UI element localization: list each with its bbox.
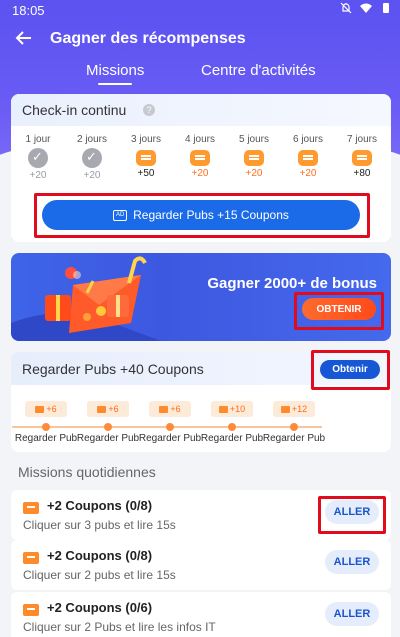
reward-step: +6 Regarder Pub — [138, 401, 202, 444]
mission-item: +2 Coupons (0/6) Cliquer sur 2 Pubs et l… — [11, 592, 391, 637]
checkin-title: Check-in continu — [22, 102, 127, 118]
day-amount: +50 — [137, 168, 155, 179]
step-dot — [42, 423, 50, 431]
check-icon — [28, 148, 48, 168]
day-amount: +20 — [83, 170, 101, 181]
back-arrow-icon[interactable] — [14, 28, 34, 48]
reward-step: +12 Regarder Pub — [262, 401, 326, 444]
day-amount: +20 — [245, 168, 263, 179]
checkin-day: 5 jours +20 — [227, 134, 281, 179]
step-dot — [290, 423, 298, 431]
step-label: Regarder Pub — [14, 433, 78, 444]
reward-chip: +6 — [87, 401, 129, 417]
step-dot — [228, 423, 236, 431]
day-label: 4 jours — [184, 134, 215, 145]
step-label: Regarder Pub — [138, 433, 202, 444]
page-title: Gagner des récompenses — [50, 30, 246, 47]
mission-title: +2 Coupons (0/8) — [47, 548, 153, 563]
status-time: 18:05 — [12, 3, 45, 18]
check-icon — [82, 148, 102, 168]
highlight-frame — [311, 350, 390, 390]
coupon-icon — [244, 150, 264, 166]
checkin-day: 6 jours +20 — [281, 134, 335, 179]
day-label: 3 jours — [130, 134, 161, 145]
reward-chip: +12 — [273, 401, 315, 417]
day-label: 5 jours — [238, 134, 269, 145]
mission-title: +2 Coupons (0/8) — [47, 498, 153, 513]
mute-icon — [340, 2, 352, 14]
reward-step: +6 Regarder Pub — [76, 401, 140, 444]
coupon-icon — [35, 405, 45, 413]
checkin-day: 7 jours +80 — [335, 134, 389, 179]
coupon-icon — [159, 405, 169, 413]
reward-value: +10 — [229, 404, 246, 414]
highlight-frame — [34, 193, 370, 238]
day-label: 1 jour — [25, 134, 51, 145]
day-amount: +80 — [353, 168, 371, 179]
day-amount: +20 — [299, 168, 317, 179]
reward-chip: +6 — [25, 401, 67, 417]
watch-ads-40-title: Regarder Pubs +40 Coupons — [22, 361, 204, 377]
aller-button[interactable]: ALLER — [325, 550, 379, 574]
coupon-icon — [23, 552, 39, 564]
reward-value: +6 — [108, 404, 119, 414]
aller-button[interactable]: ALLER — [325, 602, 379, 626]
step-label: Regarder Pub — [262, 433, 326, 444]
highlight-frame — [318, 496, 386, 534]
coupon-icon — [352, 150, 372, 166]
tab-missions[interactable]: Missions — [86, 62, 144, 85]
coupon-icon — [218, 405, 228, 413]
help-icon[interactable]: ? — [143, 104, 155, 116]
mission-title: +2 Coupons (0/6) — [47, 600, 153, 615]
banner-headline: Gagner 2000+ de bonus — [207, 275, 377, 292]
mission-subtitle: Cliquer sur 2 Pubs et lire les infos IT — [23, 620, 216, 634]
step-dot — [104, 423, 112, 431]
step-label: Regarder Pub — [200, 433, 264, 444]
day-label: 6 jours — [292, 134, 323, 145]
reward-step: +6 Regarder Pub — [14, 401, 78, 444]
checkin-day: 3 jours +50 — [119, 134, 173, 179]
checkin-days: 1 jour +20 2 jours +20 3 jours +50 4 jou… — [11, 134, 391, 186]
coupon-icon — [136, 150, 156, 166]
tab-bar: Missions Centre d'activités — [0, 60, 400, 90]
reward-chip: +6 — [149, 401, 191, 417]
checkin-day: 4 jours +20 — [173, 134, 227, 179]
checkin-day: 2 jours +20 — [65, 134, 119, 181]
coupon-icon — [23, 502, 39, 514]
coupon-icon — [190, 150, 210, 166]
step-label: Regarder Pub — [76, 433, 140, 444]
reward-value: +12 — [291, 404, 308, 414]
reward-value: +6 — [170, 404, 181, 414]
battery-icon — [383, 3, 389, 13]
highlight-frame — [294, 292, 384, 330]
app-bar: Gagner des récompenses — [0, 26, 400, 54]
mission-subtitle: Cliquer sur 2 pubs et lire 15s — [23, 568, 176, 582]
day-label: 2 jours — [76, 134, 107, 145]
wifi-icon — [360, 3, 372, 13]
mission-item: +2 Coupons (0/8) Cliquer sur 2 pubs et l… — [11, 540, 391, 590]
tab-centre-activites[interactable]: Centre d'activités — [201, 62, 316, 79]
step-dot — [166, 423, 174, 431]
coupon-icon — [298, 150, 318, 166]
gift-illustration — [11, 256, 161, 341]
coupon-icon — [280, 405, 290, 413]
daily-missions-title: Missions quotidiennes — [18, 464, 156, 480]
reward-chip: +10 — [211, 401, 253, 417]
day-label: 7 jours — [346, 134, 377, 145]
coupon-icon — [23, 604, 39, 616]
reward-value: +6 — [46, 404, 57, 414]
mission-subtitle: Cliquer sur 3 pubs et lire 15s — [23, 518, 176, 532]
day-amount: +20 — [191, 168, 209, 179]
checkin-header: Check-in continu ? — [11, 94, 391, 126]
day-amount: +20 — [29, 170, 47, 181]
coupon-icon — [97, 405, 107, 413]
checkin-day: 1 jour +20 — [11, 134, 65, 181]
reward-step: +10 Regarder Pub — [200, 401, 264, 444]
status-bar: 18:05 — [0, 0, 400, 20]
